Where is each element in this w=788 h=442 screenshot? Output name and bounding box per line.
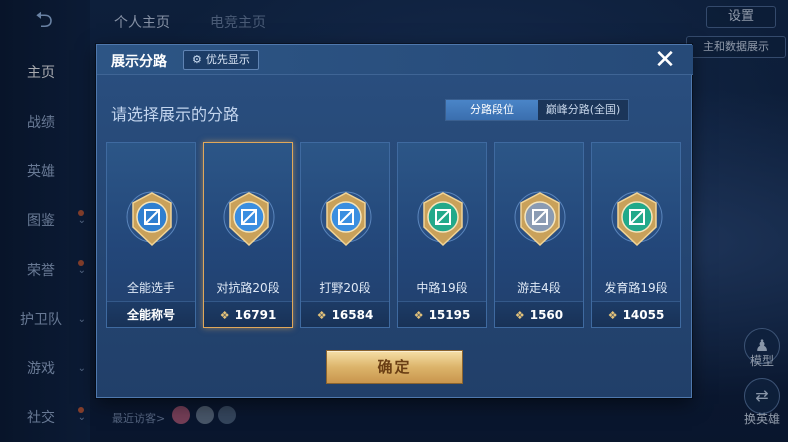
lane-value: ❖ 15195 xyxy=(398,301,486,327)
tab-peak-lane-national[interactable]: 巅峰分路(全国) xyxy=(538,100,628,120)
lane-card-roam[interactable]: 游走4段 ❖ 1560 xyxy=(494,142,584,328)
lane-value: ❖ 16791 xyxy=(204,301,292,327)
close-icon[interactable]: ✕ xyxy=(649,47,681,73)
lane-card-list: 全能选手 全能称号 对抗路20段 ❖ 16791 打野20段 ❖ 16584 中路1… xyxy=(106,142,686,328)
lane-display-dialog: 展示分路 ⚙ 优先显示 ✕ 请选择展示的分路 分路段位 巅峰分路(全国) 全能选手… xyxy=(96,44,693,398)
lane-name: 打野20段 xyxy=(319,281,371,295)
gear-icon: ⚙ xyxy=(192,53,202,66)
confirm-button[interactable]: 确定 xyxy=(326,350,463,384)
lane-card-clash[interactable]: 对抗路20段 ❖ 16791 xyxy=(203,142,293,328)
tab-lane-rank[interactable]: 分路段位 xyxy=(446,100,538,120)
lane-name: 发育路19段 xyxy=(604,281,668,295)
lane-value: ❖ 14055 xyxy=(592,301,680,327)
lane-card-all-round[interactable]: 全能选手 全能称号 xyxy=(106,142,196,328)
roam-emblem-icon xyxy=(514,191,566,247)
lane-name: 全能选手 xyxy=(126,281,175,295)
lane-value-text: 16584 xyxy=(331,308,374,322)
rank-gem-icon: ❖ xyxy=(316,309,327,322)
lane-value: ❖ 1560 xyxy=(495,301,583,327)
rank-gem-icon: ❖ xyxy=(607,309,618,322)
segment-control: 分路段位 巅峰分路(全国) xyxy=(445,99,629,121)
lane-card-jungle[interactable]: 打野20段 ❖ 16584 xyxy=(300,142,390,328)
lane-value-text: 16791 xyxy=(234,308,277,322)
dialog-subtitle: 请选择展示的分路 xyxy=(111,105,240,124)
farm-lane-emblem-icon xyxy=(611,191,663,247)
priority-display-label: 优先显示 xyxy=(205,53,250,66)
rank-gem-icon: ❖ xyxy=(219,309,230,322)
lane-value-text: 全能称号 xyxy=(126,308,175,322)
rank-gem-icon: ❖ xyxy=(413,309,424,322)
lane-card-farm[interactable]: 发育路19段 ❖ 14055 xyxy=(591,142,681,328)
lane-name: 对抗路20段 xyxy=(216,281,280,295)
dialog-header: 展示分路 ⚙ 优先显示 ✕ xyxy=(97,45,693,75)
mid-lane-emblem-icon xyxy=(417,191,469,247)
lane-value-text: 15195 xyxy=(428,308,471,322)
lane-value: ❖ 16584 xyxy=(301,301,389,327)
clash-lane-emblem-icon xyxy=(223,191,275,247)
all-round-emblem-icon xyxy=(126,191,178,247)
lane-value-text: 1560 xyxy=(529,308,564,322)
dialog-title: 展示分路 xyxy=(111,54,167,70)
lane-value-text: 14055 xyxy=(622,308,665,322)
lane-card-mid[interactable]: 中路19段 ❖ 15195 xyxy=(397,142,487,328)
rank-gem-icon: ❖ xyxy=(514,309,525,322)
priority-display-button[interactable]: ⚙ 优先显示 xyxy=(183,50,259,70)
lane-value: 全能称号 xyxy=(107,301,195,327)
lane-name: 游走4段 xyxy=(517,281,561,295)
lane-name: 中路19段 xyxy=(416,281,468,295)
jungle-emblem-icon xyxy=(320,191,372,247)
